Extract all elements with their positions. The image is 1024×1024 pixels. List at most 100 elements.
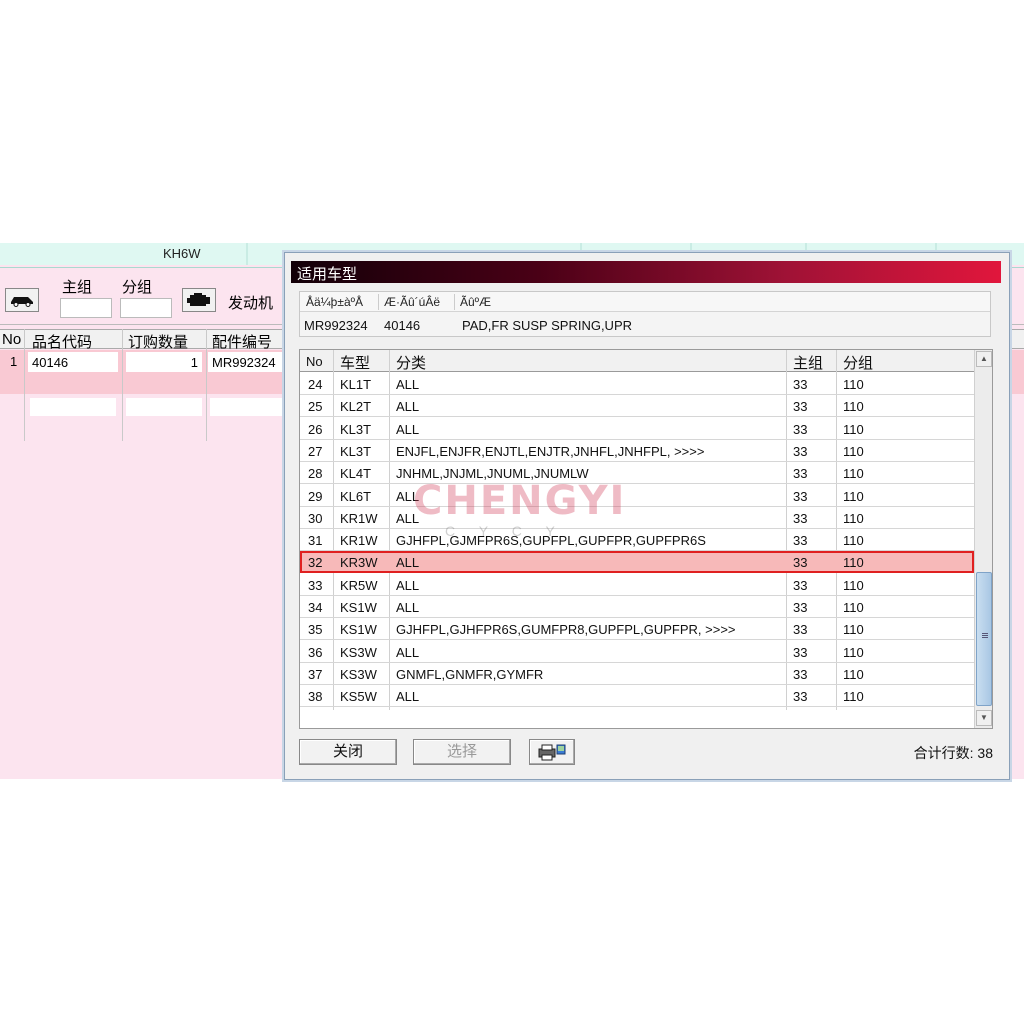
row-main-group: 33 <box>793 377 808 392</box>
row-main-group: 33 <box>793 622 808 638</box>
table-row[interactable]: 34 KS1W ALL 33 110 <box>300 596 974 618</box>
col-header-category[interactable]: 分类 <box>396 352 426 373</box>
row-main-group: 33 <box>793 466 808 482</box>
row-main-group: 33 <box>793 488 808 504</box>
row-no: 26 <box>308 421 323 437</box>
row-sub-group: 110 <box>843 443 864 459</box>
row-no: 1 <box>10 354 18 369</box>
row-no: 35 <box>308 622 323 638</box>
table-row-selected[interactable]: 32 KR3W ALL 33 110 <box>300 551 974 574</box>
col-header-model[interactable]: 车型 <box>340 352 370 373</box>
row-model: KR1W <box>340 533 378 549</box>
sub-group-input[interactable] <box>120 298 172 318</box>
row-sub-group: 110 <box>843 533 864 549</box>
row-no: 38 <box>308 689 323 705</box>
row-model: KS3W <box>340 666 377 682</box>
code-cell[interactable]: 40146 <box>28 352 118 372</box>
row-main-group: 33 <box>793 600 808 615</box>
total-rows-count: 合计行数: 38 <box>913 745 993 761</box>
row-category: ALL <box>396 399 420 415</box>
row-category: ALL <box>396 644 420 660</box>
engine-icon-glyph <box>187 293 210 306</box>
row-sub-group: 110 <box>843 488 864 504</box>
scroll-up-icon[interactable]: ▲ <box>976 351 992 367</box>
table-row[interactable]: 30 KR1W ALL 33 110 <box>300 507 974 529</box>
row-no: 32 <box>308 555 323 571</box>
code-value: 40146 <box>384 318 421 333</box>
col-header-sub-group[interactable]: 分组 <box>843 352 873 373</box>
part-no-header: Åä¼þ±àºÅ <box>306 295 364 309</box>
row-model: KS1W <box>340 600 377 615</box>
table-row[interactable]: 37 KS3W GNMFL,GNMFR,GYMFR 33 110 <box>300 663 974 685</box>
row-no: 24 <box>308 377 323 392</box>
engine-label: 发动机 <box>228 295 274 312</box>
row-model: KL6T <box>340 488 372 504</box>
main-group-input[interactable] <box>60 298 112 318</box>
row-main-group: 33 <box>793 421 808 437</box>
dialog-title[interactable]: 适用车型 <box>291 261 1001 283</box>
col-divider <box>378 294 379 310</box>
table-row[interactable]: 38 KS5W ALL 33 110 <box>300 685 974 708</box>
empty-cell[interactable] <box>126 398 202 416</box>
table-row[interactable]: 25 KL2T ALL 33 110 <box>300 395 974 418</box>
table-row[interactable]: 36 KS3W ALL 33 110 <box>300 641 974 663</box>
row-category: ALL <box>396 577 420 593</box>
empty-cell[interactable] <box>210 398 288 416</box>
row-model: KL3T <box>340 443 372 459</box>
row-no: 33 <box>308 577 323 593</box>
row-main-group: 33 <box>793 533 808 549</box>
col-header-no[interactable]: No <box>306 354 323 369</box>
table-row[interactable]: 35 KS1W GJHFPL,GJHFPR6S,GUMFPR8,GUPFPL,GUP… <box>300 618 974 641</box>
row-main-group: 33 <box>793 555 808 571</box>
car-icon-glyph <box>11 297 33 307</box>
close-button[interactable]: 关闭 <box>299 739 397 765</box>
row-category: ALL <box>396 488 420 504</box>
row-category: ALL <box>396 421 420 437</box>
col-header-main-group[interactable]: 主组 <box>793 352 823 373</box>
part-cell[interactable]: MR992324 <box>208 352 288 372</box>
table-row[interactable]: 27 KL3T ENJFL,ENJFR,ENJTL,ENJTR,JNHFL,JNHF… <box>300 440 974 462</box>
row-main-group: 33 <box>793 443 808 459</box>
table-row[interactable]: 31 KR1W GJHFPL,GJMFPR6S,GUPFPL,GUPFPR,GUPF… <box>300 529 974 552</box>
row-sub-group: 110 <box>843 577 864 593</box>
col-qty: 订购数量 <box>128 334 189 351</box>
empty-cell[interactable] <box>30 398 116 416</box>
table-row[interactable]: 33 KR5W ALL 33 110 <box>300 574 974 596</box>
col-divider <box>454 294 455 310</box>
models-grid[interactable]: No 车型 分类 主组 分组 24 KL1T ALL 33 110 25 KL2T ALL 33… <box>299 349 993 729</box>
row-sub-group: 110 <box>843 666 864 682</box>
part-info-header: Åä¼þ±àºÅ Æ·Ãû´úÂë ÃûºÆ <box>300 292 990 312</box>
printer-icon <box>538 744 566 761</box>
row-category: ALL <box>396 510 420 526</box>
row-main-group: 33 <box>793 399 808 415</box>
vertical-scrollbar[interactable]: ▲ ▼ <box>974 350 992 728</box>
table-row[interactable]: 24 KL1T ALL 33 110 <box>300 373 974 395</box>
row-sub-group: 110 <box>843 600 864 615</box>
scroll-down-icon[interactable]: ▼ <box>976 710 992 726</box>
row-no: 25 <box>308 399 323 415</box>
row-sub-group: 110 <box>843 377 864 392</box>
table-row[interactable]: 29 KL6T ALL 33 110 <box>300 485 974 507</box>
row-model: KS3W <box>340 644 377 660</box>
name-header: ÃûºÆ <box>460 295 492 309</box>
print-button[interactable] <box>529 739 575 765</box>
col-code: 品名代码 <box>32 334 93 351</box>
scroll-thumb[interactable] <box>976 572 992 706</box>
part-no-value: MR992324 <box>304 318 368 333</box>
row-model: KL1T <box>340 377 372 392</box>
select-button[interactable]: 选择 <box>413 739 511 765</box>
grid-header: No 车型 分类 主组 分组 <box>300 350 974 372</box>
car-icon[interactable] <box>5 288 39 312</box>
row-category: GNMFL,GNMFR,GYMFR <box>396 666 544 682</box>
table-row[interactable]: 28 KL4T JNHML,JNJML,JNUML,JNUMLW 33 110 <box>300 462 974 485</box>
engine-icon[interactable] <box>182 288 216 312</box>
qty-cell[interactable]: 1 <box>126 352 202 372</box>
row-no: 29 <box>308 488 323 504</box>
table-row[interactable]: 26 KL3T ALL 33 110 <box>300 418 974 440</box>
row-no: 28 <box>308 466 323 482</box>
row-sub-group: 110 <box>843 555 864 571</box>
main-group-label: 主组 <box>62 279 93 296</box>
row-no: 37 <box>308 666 323 682</box>
part-name-value: PAD,FR SUSP SPRING,UPR <box>462 318 632 333</box>
row-no: 27 <box>308 443 323 459</box>
